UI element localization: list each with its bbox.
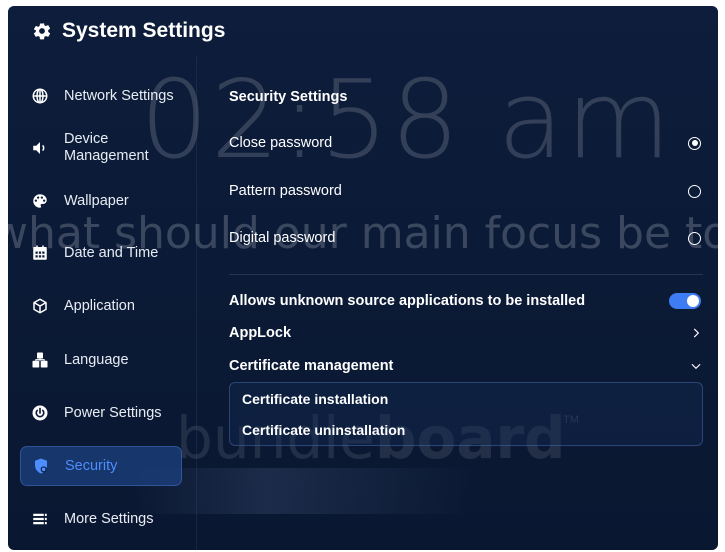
- chevron-right-icon: [689, 326, 703, 340]
- unknown-sources-label: Allows unknown source applications to be…: [229, 293, 586, 309]
- sidebar-item-label: Power Settings: [64, 404, 162, 421]
- divider: [229, 274, 703, 275]
- option-label: Pattern password: [229, 183, 342, 199]
- sidebar-item-label: Wallpaper: [64, 192, 129, 209]
- sidebar-item-power-settings[interactable]: Power Settings: [20, 393, 182, 433]
- unknown-sources-toggle[interactable]: [669, 293, 701, 309]
- unknown-sources-row[interactable]: Allows unknown source applications to be…: [229, 286, 703, 316]
- gear-icon: [33, 23, 51, 40]
- sidebar-item-language[interactable]: Language: [20, 340, 182, 380]
- certificate-management-row[interactable]: Certificate management: [229, 351, 703, 381]
- chevron-down-icon: [689, 359, 703, 373]
- option-label: Digital password: [229, 230, 336, 246]
- option-label: Close password: [229, 135, 333, 151]
- sidebar-item-label: Device Management: [64, 131, 149, 164]
- certificate-management-label: Certificate management: [229, 358, 394, 374]
- certificate-submenu: Certificate installation Certificate uni…: [229, 382, 703, 446]
- password-option-digital[interactable]: Digital password: [229, 223, 703, 253]
- globe-icon: [30, 86, 50, 106]
- certificate-uninstallation-item[interactable]: Certificate uninstallation: [242, 422, 405, 438]
- shield-icon: [31, 456, 51, 476]
- sidebar-item-device-management[interactable]: Device Management: [20, 128, 182, 168]
- sidebar-item-label: Security: [65, 457, 118, 474]
- radio-digital-password[interactable]: [688, 231, 701, 245]
- sidebar-item-network-settings[interactable]: Network Settings: [20, 76, 182, 116]
- toggle-knob: [687, 295, 699, 307]
- language-icon: [30, 350, 50, 370]
- sidebar-item-more-settings[interactable]: More Settings: [20, 499, 182, 539]
- sidebar-item-label: Date and Time: [64, 244, 159, 261]
- menu-icon: [30, 509, 50, 529]
- sidebar-item-label: More Settings: [64, 510, 154, 527]
- calendar-icon: [30, 243, 50, 263]
- sidebar-item-date-and-time[interactable]: Date and Time: [20, 233, 182, 273]
- sidebar-item-security[interactable]: Security: [20, 446, 182, 486]
- section-title: Security Settings: [229, 89, 348, 105]
- cube-icon: [30, 296, 50, 316]
- sidebar-item-label: Network Settings: [64, 87, 174, 104]
- palette-icon: [30, 191, 50, 211]
- sidebar-item-label: Language: [64, 351, 129, 368]
- sidebar-item-label: Application: [64, 297, 135, 314]
- applock-row[interactable]: AppLock: [229, 318, 703, 348]
- certificate-installation-item[interactable]: Certificate installation: [242, 391, 388, 407]
- password-option-pattern[interactable]: Pattern password: [229, 176, 703, 206]
- settings-window: 02:58 am what should our main focus be t…: [8, 6, 718, 550]
- power-icon: [30, 403, 50, 423]
- window-header: System Settings: [8, 6, 718, 56]
- sidebar-item-wallpaper[interactable]: Wallpaper: [20, 181, 182, 221]
- radio-pattern-password[interactable]: [688, 184, 701, 198]
- sidebar-item-application[interactable]: Application: [20, 286, 182, 326]
- sidebar: Network Settings Device Management Wallp…: [8, 56, 197, 550]
- window-title: System Settings: [62, 19, 226, 42]
- radio-close-password[interactable]: [688, 136, 701, 150]
- security-panel: Security Settings Close password Pattern…: [196, 56, 718, 550]
- password-option-close[interactable]: Close password: [229, 128, 703, 158]
- speaker-icon: [30, 138, 50, 158]
- applock-label: AppLock: [229, 325, 292, 341]
